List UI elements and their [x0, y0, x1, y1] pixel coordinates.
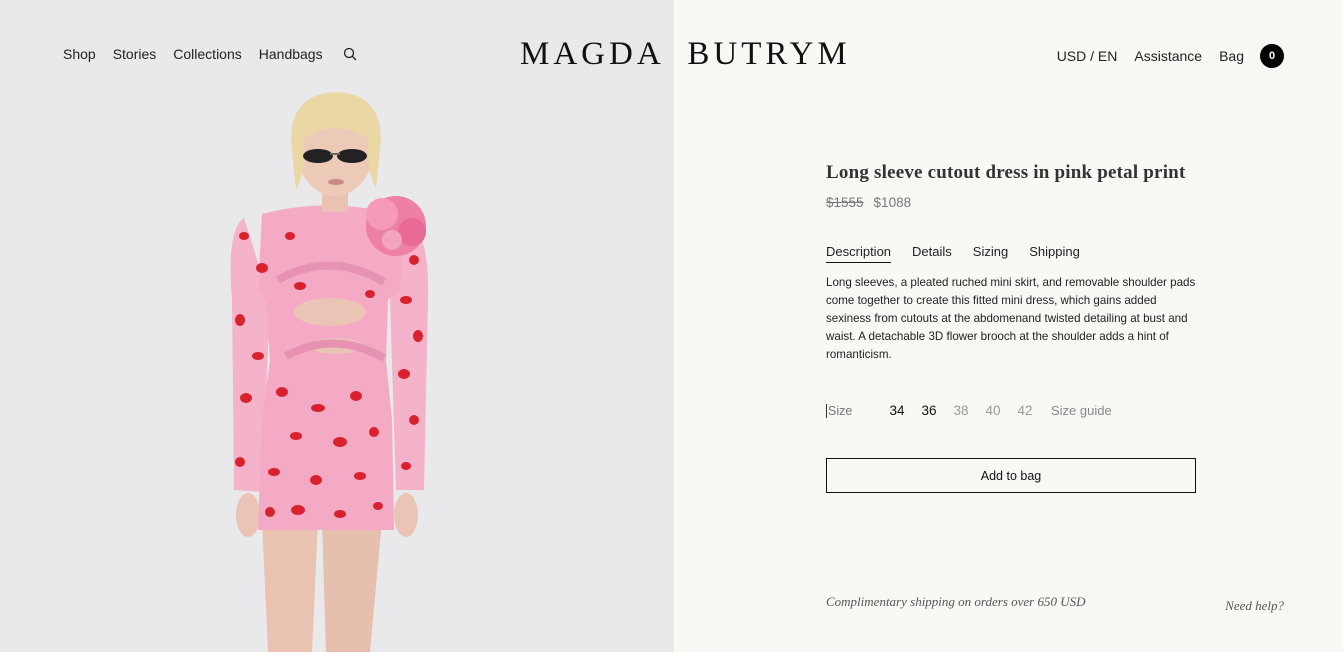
search-icon[interactable]: [343, 47, 357, 61]
nav-handbags[interactable]: Handbags: [259, 46, 323, 62]
tab-shipping[interactable]: Shipping: [1029, 244, 1080, 263]
tab-sizing[interactable]: Sizing: [973, 244, 1008, 263]
size-label: Size: [826, 403, 881, 418]
assistance-link[interactable]: Assistance: [1134, 48, 1202, 64]
product-title: Long sleeve cutout dress in pink petal p…: [826, 162, 1186, 183]
add-to-bag-button[interactable]: Add to bag: [826, 458, 1196, 493]
product-tabs: Description Details Sizing Shipping: [826, 244, 1080, 263]
brand-logo[interactable]: MAGDA BUTRYM: [520, 36, 851, 73]
size-option-38[interactable]: 38: [945, 403, 977, 418]
utility-nav: USD / EN Assistance Bag 0: [1057, 44, 1284, 68]
bag-link[interactable]: Bag: [1219, 48, 1244, 64]
size-option-36[interactable]: 36: [913, 403, 945, 418]
original-price: $1555: [826, 195, 864, 210]
size-selector: Size 34 36 38 40 42 Size guide: [826, 403, 1112, 418]
product-description: Long sleeves, a pleated ruched mini skir…: [826, 276, 1196, 361]
model-illustration: [230, 92, 429, 652]
size-guide-link[interactable]: Size guide: [1051, 403, 1112, 418]
tab-description[interactable]: Description: [826, 244, 892, 263]
nav-stories[interactable]: Stories: [113, 46, 157, 62]
need-help-link[interactable]: Need help?: [1225, 598, 1284, 614]
sale-price: $1088: [873, 195, 912, 210]
size-option-40[interactable]: 40: [977, 403, 1009, 418]
shipping-note: Complimentary shipping on orders over 65…: [826, 594, 1086, 609]
tab-details[interactable]: Details: [912, 244, 952, 263]
currency-language-selector[interactable]: USD / EN: [1057, 48, 1118, 64]
nav-collections[interactable]: Collections: [173, 46, 241, 62]
size-option-34[interactable]: 34: [881, 403, 913, 418]
main-nav: Shop Stories Collections Handbags: [63, 46, 357, 62]
size-option-42[interactable]: 42: [1009, 403, 1041, 418]
nav-shop[interactable]: Shop: [63, 46, 96, 62]
price-block: $1555 $1088: [826, 195, 911, 210]
bag-count-badge[interactable]: 0: [1260, 44, 1284, 68]
product-image[interactable]: [0, 0, 674, 652]
